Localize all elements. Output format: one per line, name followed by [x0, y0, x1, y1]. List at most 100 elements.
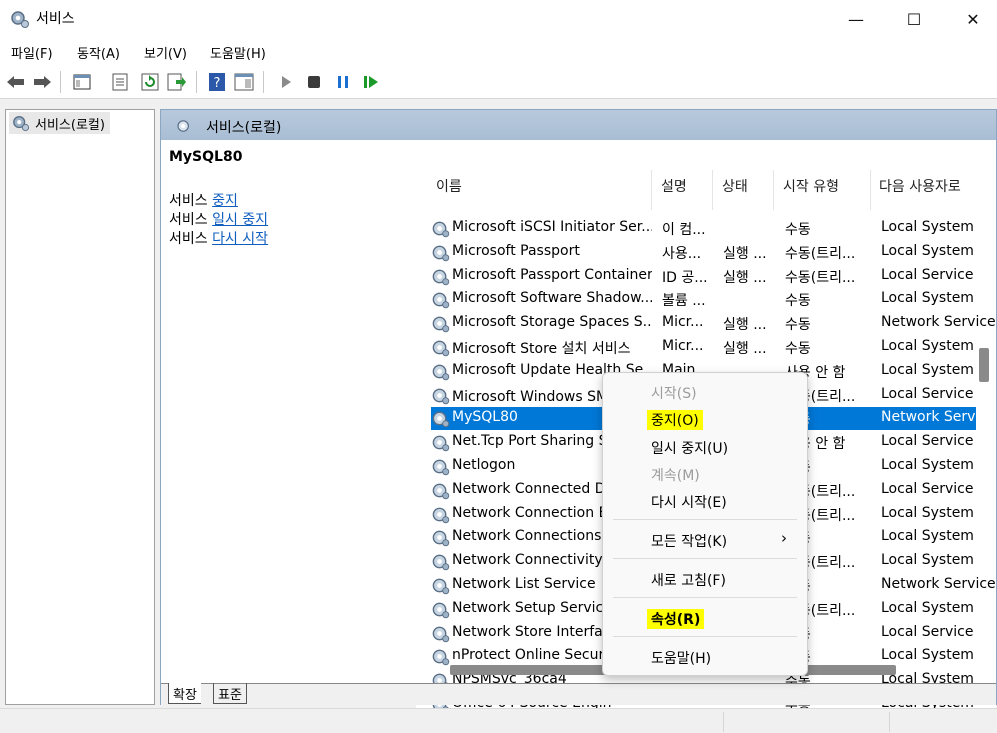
service-gear-icon — [431, 552, 450, 571]
close-button[interactable]: ✕ — [950, 0, 996, 38]
service-log-on-as: Local System — [881, 290, 974, 307]
extended-action-line: 서비스 일시 중지 — [169, 212, 269, 228]
status-divider — [723, 712, 724, 732]
service-gear-icon — [431, 624, 450, 643]
menu-item-restart[interactable]: 다시 시작(E) — [651, 492, 727, 512]
tab-extended[interactable]: 확장 — [168, 683, 201, 704]
context-menu: 시작(S) 중지(O) 일시 중지(U) 계속(M) 다시 시작(E) 모든 작… — [602, 372, 808, 676]
column-divider[interactable] — [773, 170, 774, 210]
column-divider[interactable] — [712, 170, 713, 210]
forward-arrow-icon[interactable] — [32, 72, 52, 92]
menu-help[interactable]: 도움말(H) — [210, 43, 266, 62]
toolbar-divider — [196, 71, 197, 93]
toolbar-divider — [60, 71, 61, 93]
minimize-button[interactable]: — — [833, 0, 879, 38]
column-divider[interactable] — [870, 170, 871, 210]
menu-item-all-tasks[interactable]: 모든 작업(K) — [651, 531, 727, 551]
show-hide-pane-icon[interactable] — [234, 72, 254, 92]
service-startup-type: 수동(트리... — [785, 245, 856, 262]
service-status: 실행 ... — [723, 341, 767, 357]
service-description: 사용... — [662, 245, 702, 262]
menu-file[interactable]: 파일(F) — [11, 43, 53, 62]
menu-view[interactable]: 보기(V) — [144, 43, 187, 62]
menu-item-refresh[interactable]: 새로 고침(F) — [651, 570, 726, 590]
menu-separator — [613, 519, 797, 520]
start-service-icon[interactable] — [276, 72, 296, 92]
export-list-icon[interactable] — [167, 72, 187, 92]
service-row[interactable]: Microsoft iSCSI Initiator Ser... 이 컴... 수동… — [431, 217, 976, 240]
refresh-icon[interactable] — [140, 72, 160, 92]
service-log-on-as: Local Service — [881, 623, 974, 640]
service-gear-icon — [431, 314, 450, 333]
menu-item-pause[interactable]: 일시 중지(U) — [651, 438, 728, 458]
menu-separator — [613, 597, 797, 598]
menu-separator — [613, 636, 797, 637]
service-gear-icon — [431, 576, 450, 595]
stop-service-link[interactable]: 중지 — [212, 193, 238, 209]
menu-item-help[interactable]: 도움말(H) — [651, 648, 711, 668]
pause-service-icon[interactable] — [333, 72, 353, 92]
menu-bar: 파일(F) 동작(A) 보기(V) 도움말(H) — [0, 38, 997, 66]
service-log-on-as: Local Service — [881, 433, 974, 450]
properties-sheet-icon[interactable] — [110, 72, 130, 92]
column-header-log-on-as[interactable]: 다음 사용자로 — [879, 176, 961, 196]
tree-item-services-local[interactable]: 서비스(로컬) — [9, 112, 110, 134]
services-gear-icon — [177, 120, 189, 132]
service-name: Microsoft iSCSI Initiator Ser... — [452, 219, 652, 235]
details-pane: 서비스(로컬) MySQL80 서비스 중지 서비스 일시 중지 서비스 다시 … — [160, 109, 997, 710]
pause-service-link[interactable]: 일시 중지 — [212, 212, 268, 228]
service-startup-type: 수동 — [785, 293, 811, 310]
back-arrow-icon[interactable] — [6, 72, 26, 92]
service-gear-icon — [431, 481, 450, 500]
restart-service-icon[interactable] — [361, 72, 381, 92]
service-gear-icon — [431, 386, 450, 405]
service-startup-type: 수동 — [785, 222, 811, 238]
help-icon[interactable]: ? — [207, 72, 227, 92]
service-description: 이 컴... — [662, 222, 706, 238]
status-divider — [889, 712, 890, 732]
service-gear-icon — [431, 457, 450, 476]
tab-standard[interactable]: 표준 — [213, 683, 247, 704]
service-gear-icon — [431, 362, 450, 381]
service-log-on-as: Local System — [881, 647, 974, 664]
service-row[interactable]: Microsoft Passport Container ID 공... 실행 ..… — [431, 265, 976, 288]
menu-item-stop[interactable]: 중지(O) — [647, 410, 703, 430]
service-status: 실행 ... — [723, 245, 767, 262]
vertical-scrollbar-thumb[interactable] — [979, 348, 989, 382]
menu-item-start[interactable]: 시작(S) — [651, 383, 697, 403]
menu-item-properties[interactable]: 속성(R) — [647, 609, 705, 629]
service-row[interactable]: Microsoft Storage Spaces S... Micr... 실행 .… — [431, 312, 996, 335]
extended-action-line: 서비스 중지 — [169, 193, 238, 209]
window-title: 서비스 — [36, 11, 75, 27]
maximize-button[interactable]: ☐ — [891, 0, 937, 38]
service-gear-icon — [431, 409, 450, 428]
column-header-description[interactable]: 설명 — [661, 176, 687, 196]
column-divider[interactable] — [651, 170, 652, 210]
column-header-startup-type[interactable]: 시작 유형 — [783, 176, 839, 196]
service-row[interactable]: Microsoft Software Shadow... 볼륨 ... 수동 Loca… — [431, 288, 976, 311]
service-row[interactable]: Microsoft Passport 사용... 실행 ... 수동(트리... Loc… — [431, 241, 976, 264]
services-gear-icon — [11, 11, 29, 28]
service-row[interactable]: Microsoft Store 설치 서비스 Micr... 실행 ... 수동 Loc… — [431, 336, 976, 359]
tabs-divider — [161, 683, 996, 684]
title-bar: 서비스 — ☐ ✕ — [0, 0, 997, 38]
details-content: MySQL80 서비스 중지 서비스 일시 중지 서비스 다시 시작 ˆ 이름 … — [161, 140, 996, 710]
svg-text:?: ? — [214, 76, 221, 91]
restart-service-link[interactable]: 다시 시작 — [212, 231, 268, 247]
service-name: Microsoft Storage Spaces S... — [452, 314, 652, 331]
column-header-name[interactable]: 이름 — [436, 176, 462, 196]
console-tree-icon[interactable] — [72, 72, 92, 92]
service-gear-icon — [431, 219, 450, 238]
menu-action[interactable]: 동작(A) — [77, 43, 120, 62]
tree-item-label: 서비스(로컬) — [35, 117, 105, 133]
menu-item-resume[interactable]: 계속(M) — [651, 465, 700, 485]
menu-separator — [613, 558, 797, 559]
service-gear-icon — [431, 338, 450, 357]
service-log-on-as: Local System — [881, 242, 974, 259]
extended-action-line: 서비스 다시 시작 — [169, 231, 269, 247]
service-startup-type: 수동 — [785, 341, 811, 357]
service-log-on-as: Local System — [881, 504, 974, 521]
column-header-status[interactable]: 상태 — [722, 176, 748, 196]
details-pane-title: 서비스(로컬) — [206, 120, 282, 136]
stop-service-icon[interactable] — [304, 72, 324, 92]
